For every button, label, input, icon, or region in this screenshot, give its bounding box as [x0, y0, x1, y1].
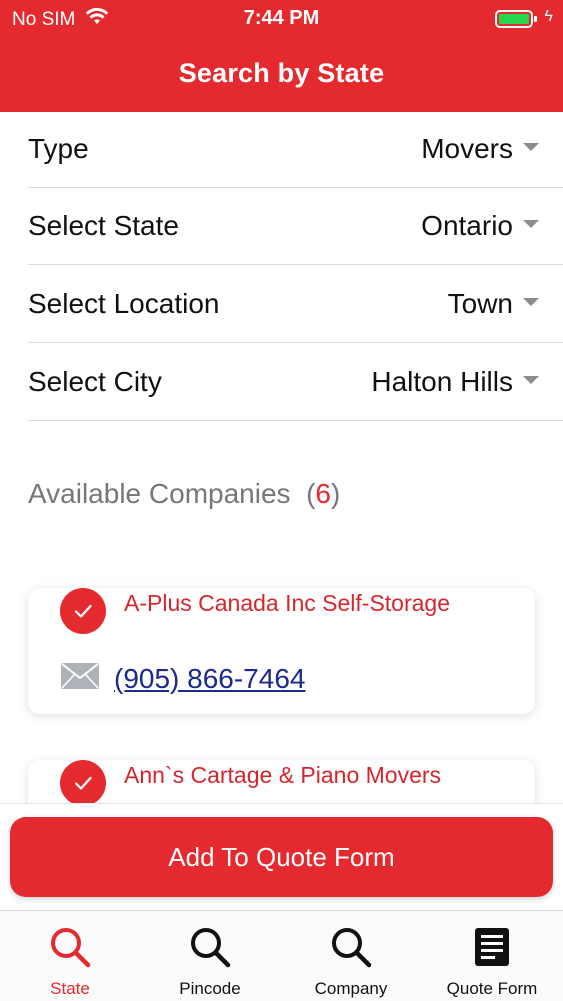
company-card[interactable]: A-Plus Canada Inc Self-Storage (905) 866… — [28, 588, 535, 714]
filter-label: Select City — [28, 365, 162, 397]
chevron-down-icon — [523, 142, 539, 151]
company-name: A-Plus Canada Inc Self-Storage — [124, 590, 451, 616]
type-dropdown[interactable]: Movers — [421, 133, 539, 165]
selected-check-icon[interactable] — [60, 760, 106, 806]
filter-label: Type — [28, 132, 89, 164]
filter-value: Halton Hills — [371, 365, 513, 397]
status-bar: No SIM 7:44 PM ϟ — [0, 0, 563, 36]
tab-label: Pincode — [179, 979, 241, 998]
chevron-down-icon — [523, 297, 539, 306]
document-icon — [470, 925, 514, 969]
status-time: 7:44 PM — [243, 7, 320, 29]
count-close-paren: ) — [331, 478, 341, 509]
phone-row: (905) 866-7464 — [60, 662, 305, 695]
tab-bar: State Pincode Company Quote Form — [0, 910, 563, 1001]
filter-row-location[interactable]: Select Location Town — [28, 265, 563, 343]
mail-icon[interactable] — [60, 662, 100, 695]
tab-state[interactable]: State — [0, 911, 140, 1001]
tab-quote-form[interactable]: Quote Form — [422, 911, 562, 1001]
filter-row-city[interactable]: Select City Halton Hills — [28, 343, 563, 421]
tab-company[interactable]: Company — [281, 911, 421, 1001]
filter-value: Town — [447, 287, 513, 319]
chevron-down-icon — [523, 219, 539, 228]
city-dropdown[interactable]: Halton Hills — [371, 366, 539, 398]
filter-label: Select Location — [28, 287, 220, 319]
page-title: Search by State — [178, 58, 385, 88]
filter-value: Movers — [421, 132, 513, 164]
tab-pincode[interactable]: Pincode — [140, 911, 280, 1001]
add-to-quote-form-button[interactable]: Add To Quote Form — [10, 817, 553, 897]
battery-cap — [534, 16, 537, 22]
tab-label: State — [50, 979, 90, 998]
company-name: Ann`s Cartage & Piano Movers — [124, 762, 442, 788]
available-companies-heading: Available Companies (6) — [28, 478, 340, 510]
search-icon — [188, 925, 232, 969]
phone-link[interactable]: (905) 866-7464 — [114, 663, 305, 695]
company-count: 6 — [315, 478, 331, 509]
available-label: Available Companies — [28, 478, 291, 509]
app-header: No SIM 7:44 PM ϟ Search by State — [0, 0, 563, 112]
filter-label: Select State — [28, 209, 179, 241]
chevron-down-icon — [523, 375, 539, 384]
filter-value: Ontario — [421, 209, 513, 241]
battery-icon — [495, 10, 533, 28]
charging-bolt-icon: ϟ — [544, 8, 553, 25]
selected-check-icon[interactable] — [60, 588, 106, 634]
filter-row-state[interactable]: Select State Ontario — [28, 187, 563, 265]
tab-label: Quote Form — [446, 979, 538, 998]
filter-row-type[interactable]: Type Movers — [28, 110, 563, 188]
tab-label: Company — [314, 979, 388, 998]
search-icon — [329, 925, 373, 969]
location-dropdown[interactable]: Town — [448, 288, 539, 320]
state-dropdown[interactable]: Ontario — [421, 210, 539, 242]
search-icon — [48, 925, 92, 969]
